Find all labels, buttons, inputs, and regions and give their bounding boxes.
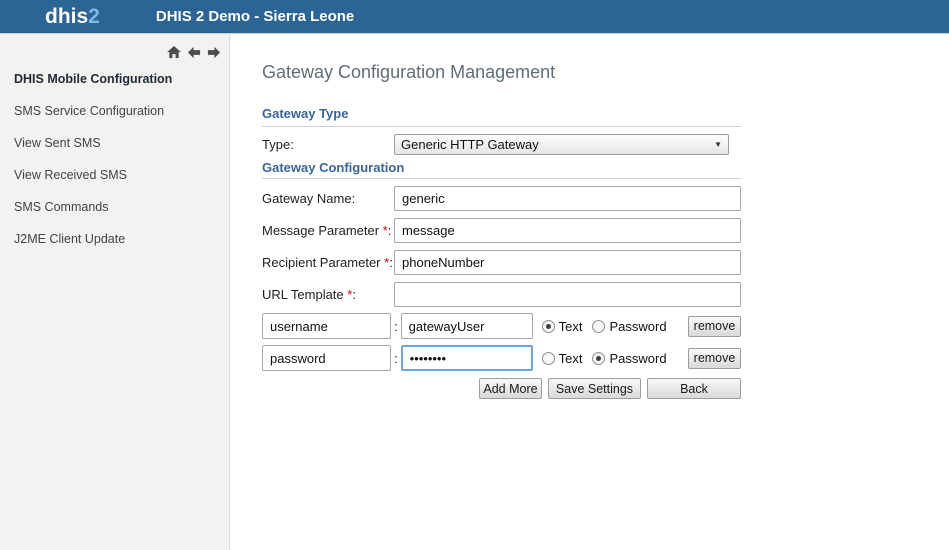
param-type-radio-group: Text Password	[542, 351, 667, 366]
sidebar-item-view-sent-sms[interactable]: View Sent SMS	[0, 127, 229, 159]
sidebar-item-view-received-sms[interactable]: View Received SMS	[0, 159, 229, 191]
password-radio[interactable]	[592, 352, 605, 365]
gateway-name-label: Gateway Name:	[262, 191, 394, 206]
gateway-name-row: Gateway Name:	[262, 186, 741, 211]
add-more-button[interactable]: Add More	[479, 378, 542, 399]
back-arrow-icon[interactable]	[187, 46, 201, 59]
remove-button[interactable]: remove	[688, 348, 741, 369]
main-content: Gateway Configuration Management Gateway…	[230, 34, 949, 550]
remove-button[interactable]: remove	[688, 316, 741, 337]
url-template-label: URL Template *:	[262, 287, 394, 302]
gateway-type-select[interactable]: Generic HTTP Gateway ▼	[394, 134, 729, 155]
sidebar-nav-icons	[0, 34, 229, 59]
message-parameter-row: Message Parameter *:	[262, 218, 741, 243]
message-parameter-input[interactable]	[394, 218, 741, 243]
gateway-form: Gateway Type Type: Generic HTTP Gateway …	[262, 107, 741, 399]
text-radio-label: Text	[559, 351, 583, 366]
param-key-input[interactable]	[262, 345, 391, 371]
sidebar-menu: DHIS Mobile Configuration SMS Service Co…	[0, 63, 229, 255]
param-value-input-focused[interactable]	[401, 345, 533, 371]
sidebar-item-j2me-client-update[interactable]: J2ME Client Update	[0, 223, 229, 255]
form-actions: Add More Save Settings Back	[262, 378, 741, 399]
param-value-input[interactable]	[401, 313, 533, 339]
message-parameter-label: Message Parameter *:	[262, 223, 394, 238]
param-key-input[interactable]	[262, 313, 391, 339]
home-icon[interactable]	[167, 46, 181, 59]
recipient-parameter-input[interactable]	[394, 250, 741, 275]
password-radio-label: Password	[609, 351, 666, 366]
recipient-parameter-row: Recipient Parameter *:	[262, 250, 741, 275]
text-radio[interactable]	[542, 320, 555, 333]
text-radio[interactable]	[542, 352, 555, 365]
back-button[interactable]: Back	[647, 378, 741, 399]
sidebar: DHIS Mobile Configuration SMS Service Co…	[0, 34, 230, 550]
url-template-row: URL Template *:	[262, 282, 741, 307]
app-title: DHIS 2 Demo - Sierra Leone	[156, 8, 354, 25]
gateway-configuration-heading: Gateway Configuration	[262, 161, 741, 179]
sidebar-item-sms-service-configuration[interactable]: SMS Service Configuration	[0, 95, 229, 127]
type-row: Type: Generic HTTP Gateway ▼	[262, 134, 741, 155]
save-settings-button[interactable]: Save Settings	[548, 378, 641, 399]
password-radio-label: Password	[609, 319, 666, 334]
dhis2-logo[interactable]: dhis2	[45, 0, 100, 34]
app-header: dhis2 DHIS 2 Demo - Sierra Leone	[0, 0, 949, 34]
page-title: Gateway Configuration Management	[262, 62, 949, 83]
text-radio-label: Text	[559, 319, 583, 334]
selected-option-label: Generic HTTP Gateway	[401, 137, 539, 152]
param-separator: :	[394, 319, 398, 334]
parameter-row-password: : Text Password remove	[262, 345, 741, 371]
logo-text: dhis	[45, 5, 88, 28]
password-radio[interactable]	[592, 320, 605, 333]
parameter-row-username: : Text Password remove	[262, 313, 741, 339]
page-body: DHIS Mobile Configuration SMS Service Co…	[0, 34, 949, 550]
recipient-parameter-label: Recipient Parameter *:	[262, 255, 394, 270]
logo-accent: 2	[88, 5, 100, 28]
forward-arrow-icon[interactable]	[207, 46, 221, 59]
sidebar-item-dhis-mobile-configuration[interactable]: DHIS Mobile Configuration	[0, 63, 229, 95]
param-type-radio-group: Text Password	[542, 319, 667, 334]
sidebar-item-sms-commands[interactable]: SMS Commands	[0, 191, 229, 223]
param-separator: :	[394, 351, 398, 366]
gateway-name-input[interactable]	[394, 186, 741, 211]
url-template-input[interactable]	[394, 282, 741, 307]
type-label: Type:	[262, 137, 394, 152]
dropdown-arrow-icon: ▼	[714, 140, 722, 149]
gateway-type-heading: Gateway Type	[262, 107, 741, 127]
